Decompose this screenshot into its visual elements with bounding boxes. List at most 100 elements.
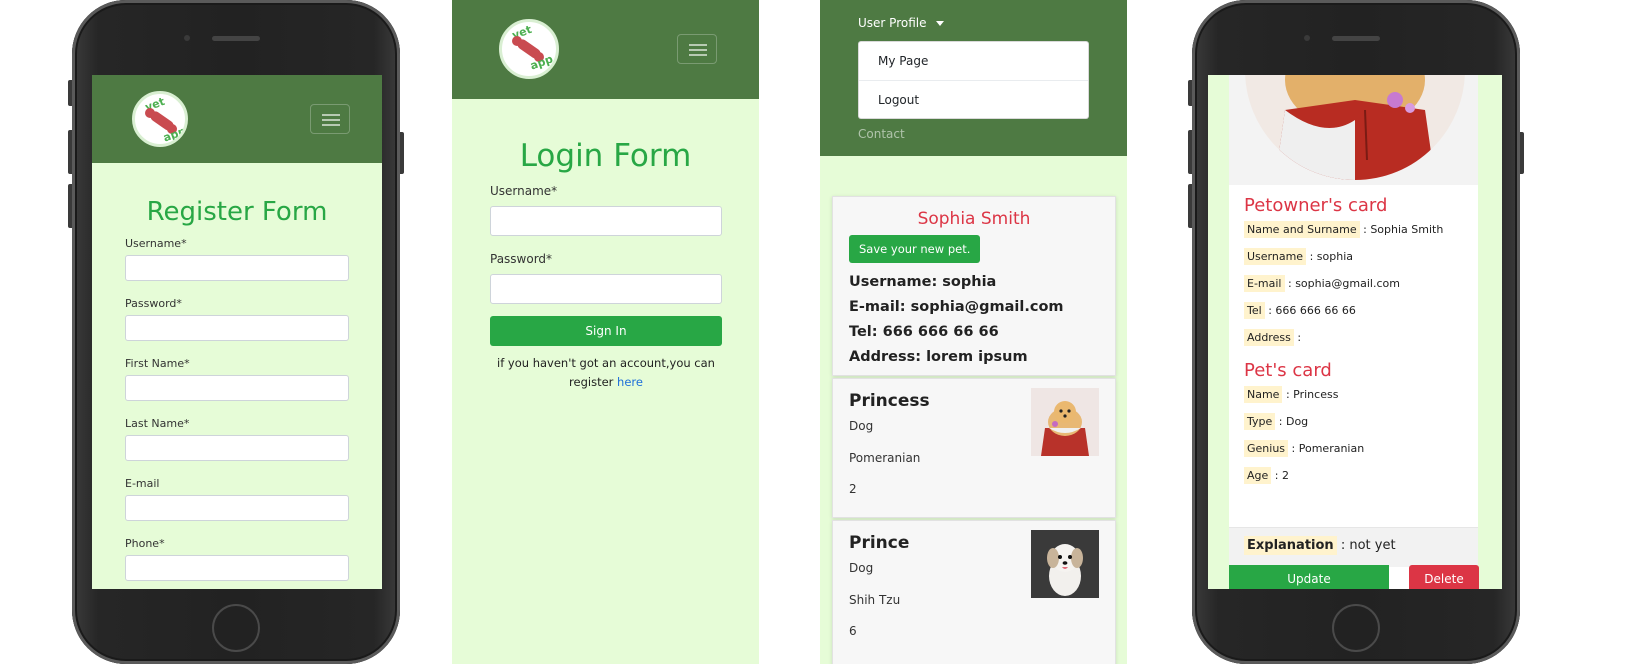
pet-name: Prince (849, 533, 910, 553)
caret-down-icon (936, 21, 945, 26)
phone-mute-switch (1188, 80, 1192, 106)
pet-photo[interactable] (1031, 530, 1099, 598)
hamburger-line (322, 114, 340, 116)
pet-age: 6 (849, 624, 857, 638)
nav-link-contact[interactable]: Contact (858, 127, 905, 141)
password-label: Password* (490, 252, 553, 266)
hamburger-icon[interactable] (310, 104, 350, 134)
phone-volume-down (1188, 184, 1192, 228)
phone-home-button (212, 604, 260, 652)
owner-field-tel: Tel : 666 666 66 66 (1244, 302, 1356, 319)
phone-mute-switch (68, 80, 72, 106)
register-screen: vet app Register Form Username* Password… (92, 75, 382, 589)
phone-input[interactable] (125, 555, 349, 581)
phone-power-button (400, 132, 404, 174)
phone-speaker (212, 36, 260, 41)
navbar: vet app (452, 0, 759, 99)
owner-address: Address: lorem ipsum (849, 349, 1028, 365)
vet-app-logo[interactable]: vet app (499, 19, 559, 79)
first-name-input[interactable] (125, 375, 349, 401)
hamburger-line (322, 119, 340, 121)
user-dropdown-menu: My Page Logout (858, 41, 1089, 119)
owner-card: Sophia Smith Save your new pet. Username… (832, 196, 1116, 376)
pet-card[interactable]: Prince Dog Shih Tzu 6 (832, 520, 1116, 664)
phone-volume-up (68, 130, 72, 174)
owner-card-title: Petowner's card (1244, 195, 1388, 216)
pet-breed: Shih Tzu (849, 593, 901, 607)
owner-username: Username: sophia (849, 274, 997, 290)
last-name-input[interactable] (125, 435, 349, 461)
owner-field-email: E-mail : sophia@gmail.com (1244, 275, 1400, 292)
register-link[interactable]: here (617, 375, 643, 389)
page-title: Login Form (519, 138, 692, 174)
field-key: Genius (1244, 440, 1289, 457)
pet-photo[interactable] (1031, 388, 1099, 456)
owner-field-username: Username : sophia (1244, 248, 1353, 265)
password-input[interactable] (125, 315, 349, 341)
form-group-phone: Phone* (125, 537, 349, 581)
login-screen: vet app Login Form Username* Password* S… (452, 0, 759, 664)
password-input[interactable] (490, 274, 722, 304)
user-profile-label: User Profile (858, 16, 927, 30)
phone-frame-detail: Petowner's card Name and Surname : Sophi… (1188, 0, 1524, 664)
username-input[interactable] (125, 255, 349, 281)
explanation-key: Explanation (1244, 536, 1337, 555)
field-key: Age (1244, 467, 1272, 484)
vet-app-logo[interactable]: vet app (132, 91, 188, 147)
form-group-last-name: Last Name* (125, 417, 349, 461)
field-value: : (1297, 331, 1302, 344)
sign-in-button[interactable]: Sign In (490, 316, 722, 346)
pet-type: Dog (849, 419, 874, 433)
pet-card[interactable]: Princess Dog Pomeranian 2 (832, 378, 1116, 518)
field-value: : 666 666 66 66 (1268, 304, 1356, 317)
pet-field-age: Age : 2 (1244, 467, 1289, 484)
owner-field-name: Name and Surname : Sophia Smith (1244, 221, 1443, 238)
field-value: : Dog (1278, 415, 1309, 428)
email-input[interactable] (125, 495, 349, 521)
user-profile-dropdown-toggle[interactable]: User Profile (858, 16, 945, 30)
explanation-value: : not yet (1340, 538, 1396, 553)
pet-type: Dog (849, 561, 874, 575)
delete-button[interactable]: Delete (1409, 565, 1479, 589)
page-title: Register Form (146, 197, 328, 227)
navbar: User Profile My Page Logout Contact (820, 0, 1127, 156)
field-label: Password* (125, 297, 182, 310)
owner-field-address: Address : (1244, 329, 1302, 346)
field-label: E-mail (125, 477, 160, 490)
pet-name: Princess (849, 391, 930, 411)
field-key: Name (1244, 386, 1283, 403)
owner-tel: Tel: 666 666 66 66 (849, 324, 999, 340)
hamburger-icon[interactable] (677, 34, 717, 64)
phone-speaker (1332, 36, 1380, 41)
owner-email: E-mail: sophia@gmail.com (849, 299, 1064, 315)
hamburger-line (689, 54, 707, 56)
hamburger-line (689, 49, 707, 51)
pet-field-name: Name : Princess (1244, 386, 1339, 403)
pet-field-type: Type : Dog (1244, 413, 1309, 430)
username-input[interactable] (490, 206, 722, 236)
field-value: : Princess (1285, 388, 1339, 401)
phone-camera (1304, 35, 1310, 41)
hamburger-line (322, 124, 340, 126)
update-button[interactable]: Update (1229, 565, 1389, 589)
pet-age: 2 (849, 482, 857, 496)
pet-detail-card: Petowner's card Name and Surname : Sophi… (1229, 75, 1478, 589)
phone-camera (184, 35, 190, 41)
menu-item-logout[interactable]: Logout (859, 80, 1088, 118)
field-key: E-mail (1244, 275, 1285, 292)
phone-volume-down (68, 184, 72, 228)
hamburger-line (689, 44, 707, 46)
navbar: vet app (92, 75, 382, 163)
form-group-username: Username* (125, 237, 349, 281)
pet-avatar-area (1229, 75, 1478, 185)
field-key: Address (1244, 329, 1294, 346)
menu-item-my-page[interactable]: My Page (859, 42, 1088, 80)
field-label: Last Name* (125, 417, 190, 430)
save-new-pet-button[interactable]: Save your new pet. (849, 235, 981, 263)
field-value: : 2 (1274, 469, 1289, 482)
form-group-password: Password* (125, 297, 349, 341)
form-group-first-name: First Name* (125, 357, 349, 401)
field-key: Type (1244, 413, 1276, 430)
pet-breed: Pomeranian (849, 451, 921, 465)
field-label: Username* (125, 237, 187, 250)
